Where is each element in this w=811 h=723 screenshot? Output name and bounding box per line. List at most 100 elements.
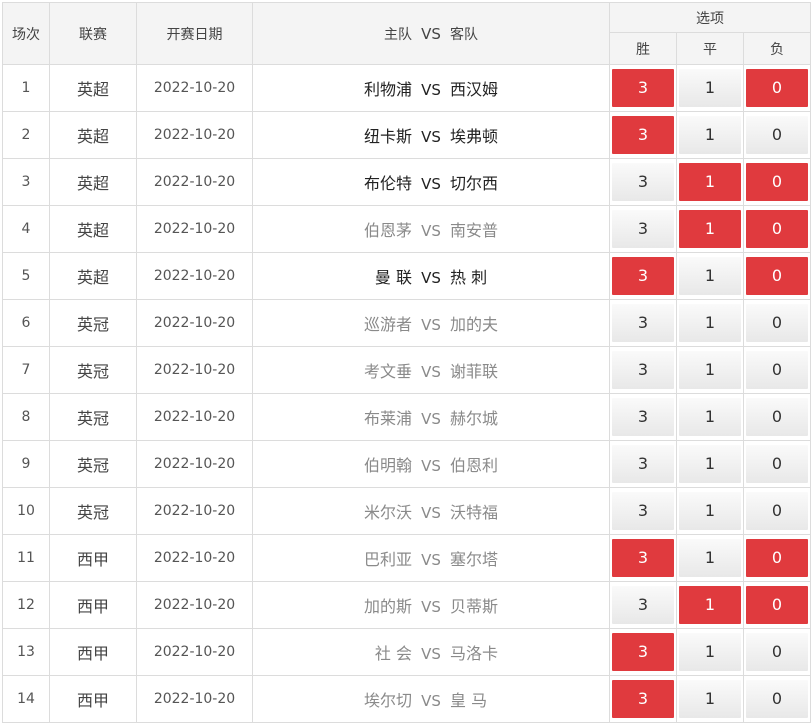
row-league: 西甲: [49, 675, 137, 723]
table-row: 13 西甲 2022-10-20 社 会 VS 马洛卡 3 1 0: [2, 628, 811, 676]
row-match: 曼 联 VS 热 刺: [252, 252, 610, 300]
draw-option-cell: 1: [676, 393, 744, 441]
win-option-cell: 3: [609, 252, 677, 300]
home-team: 考文垂: [363, 362, 412, 381]
win-option-button[interactable]: 3: [612, 398, 674, 436]
row-date: 2022-10-20: [136, 346, 253, 394]
match-table: 场次 联赛 开赛日期 主队 VS 客队 选项 胜 平 负 1 英超 2022-10-20…: [2, 2, 811, 723]
win-option-button[interactable]: 3: [612, 163, 674, 201]
win-option-button[interactable]: 3: [612, 492, 674, 530]
lose-option-cell: 0: [742, 158, 811, 206]
home-team: 社 会: [374, 644, 412, 663]
row-match: 米尔沃 VS 沃特福: [252, 487, 610, 535]
away-team: 西汉姆: [450, 80, 499, 99]
draw-option-button[interactable]: 1: [679, 398, 741, 436]
row-match: 巴利亚 VS 塞尔塔: [252, 534, 610, 582]
lose-option-button[interactable]: 0: [746, 304, 809, 342]
win-option-button[interactable]: 3: [612, 539, 674, 577]
row-match: 考文垂 VS 谢菲联: [252, 346, 610, 394]
win-option-button[interactable]: 3: [612, 351, 674, 389]
win-option-cell: 3: [609, 487, 677, 535]
draw-option-button[interactable]: 1: [679, 304, 741, 342]
draw-option-button[interactable]: 1: [679, 351, 741, 389]
lose-option-button[interactable]: 0: [746, 586, 809, 624]
row-date: 2022-10-20: [136, 299, 253, 347]
draw-option-button[interactable]: 1: [679, 586, 741, 624]
vs-label: VS: [421, 457, 441, 475]
win-option-button[interactable]: 3: [612, 210, 674, 248]
lose-option-button[interactable]: 0: [746, 633, 809, 671]
lose-option-button[interactable]: 0: [746, 680, 809, 718]
away-team: 伯恩利: [450, 456, 499, 475]
row-date: 2022-10-20: [136, 628, 253, 676]
row-league: 英冠: [49, 487, 137, 535]
draw-option-button[interactable]: 1: [679, 210, 741, 248]
header-home: 主队: [384, 26, 412, 43]
draw-option-cell: 1: [676, 205, 744, 253]
lose-option-button[interactable]: 0: [746, 257, 809, 295]
lose-option-button[interactable]: 0: [746, 445, 809, 483]
vs-label: VS: [421, 551, 441, 569]
away-team: 马洛卡: [450, 644, 499, 663]
lose-option-button[interactable]: 0: [746, 398, 809, 436]
draw-option-button[interactable]: 1: [679, 69, 741, 107]
win-option-button[interactable]: 3: [612, 257, 674, 295]
draw-option-button[interactable]: 1: [679, 680, 741, 718]
win-option-button[interactable]: 3: [612, 633, 674, 671]
win-option-cell: 3: [609, 440, 677, 488]
row-match: 布莱浦 VS 赫尔城: [252, 393, 610, 441]
home-team: 伯明翰: [363, 456, 412, 475]
row-index: 5: [2, 252, 50, 300]
table-row: 2 英超 2022-10-20 纽卡斯 VS 埃弗顿 3 1 0: [2, 111, 811, 159]
draw-option-button[interactable]: 1: [679, 445, 741, 483]
lose-option-button[interactable]: 0: [746, 351, 809, 389]
lose-option-button[interactable]: 0: [746, 116, 809, 154]
draw-option-button[interactable]: 1: [679, 539, 741, 577]
away-team: 埃弗顿: [450, 127, 499, 146]
row-index: 10: [2, 487, 50, 535]
home-team: 加的斯: [363, 597, 412, 616]
draw-option-button[interactable]: 1: [679, 116, 741, 154]
row-date: 2022-10-20: [136, 675, 253, 723]
row-index: 6: [2, 299, 50, 347]
draw-option-button[interactable]: 1: [679, 633, 741, 671]
lose-option-cell: 0: [742, 111, 811, 159]
table-row: 7 英冠 2022-10-20 考文垂 VS 谢菲联 3 1 0: [2, 346, 811, 394]
row-league: 英超: [49, 111, 137, 159]
draw-option-button[interactable]: 1: [679, 163, 741, 201]
win-option-button[interactable]: 3: [612, 304, 674, 342]
draw-option-button[interactable]: 1: [679, 492, 741, 530]
lose-option-button[interactable]: 0: [746, 163, 809, 201]
lose-option-button[interactable]: 0: [746, 539, 809, 577]
win-option-button[interactable]: 3: [612, 445, 674, 483]
lose-option-button[interactable]: 0: [746, 492, 809, 530]
header-away: 客队: [450, 26, 478, 43]
win-option-button[interactable]: 3: [612, 116, 674, 154]
table-row: 3 英超 2022-10-20 布伦特 VS 切尔西 3 1 0: [2, 158, 811, 206]
row-index: 8: [2, 393, 50, 441]
away-team: 赫尔城: [450, 409, 499, 428]
lose-option-button[interactable]: 0: [746, 69, 809, 107]
away-team: 谢菲联: [450, 362, 499, 381]
row-date: 2022-10-20: [136, 581, 253, 629]
row-date: 2022-10-20: [136, 440, 253, 488]
row-match: 利物浦 VS 西汉姆: [252, 64, 610, 112]
table-row: 5 英超 2022-10-20 曼 联 VS 热 刺 310: [2, 252, 811, 300]
table-row: 9 英冠 2022-10-20 伯明翰 VS 伯恩利 3 1 0: [2, 440, 811, 488]
table-row: 6 英冠 2022-10-20 巡游者 VS 加的夫 3 1 0: [2, 299, 811, 347]
away-team: 南安普: [450, 221, 499, 240]
win-option-button[interactable]: 3: [612, 69, 674, 107]
home-team: 纽卡斯: [363, 127, 412, 146]
row-index: 9: [2, 440, 50, 488]
row-date: 2022-10-20: [136, 487, 253, 535]
win-option-cell: 3: [609, 628, 677, 676]
home-team: 布莱浦: [363, 409, 412, 428]
draw-option-button[interactable]: 1: [679, 257, 741, 295]
win-option-cell: 3: [609, 205, 677, 253]
lose-option-cell: 0: [742, 628, 811, 676]
row-league: 西甲: [49, 534, 137, 582]
win-option-button[interactable]: 3: [612, 586, 674, 624]
vs-label: VS: [421, 645, 441, 663]
win-option-button[interactable]: 3: [612, 680, 674, 718]
lose-option-button[interactable]: 0: [746, 210, 809, 248]
